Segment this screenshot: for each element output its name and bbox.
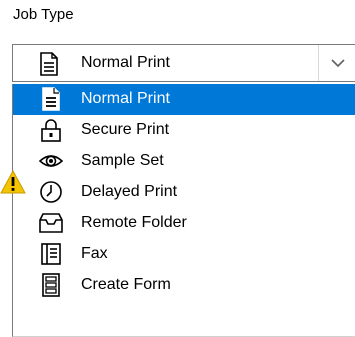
option-label: Delayed Print <box>81 183 178 200</box>
option-sample-set[interactable]: Sample Set <box>13 146 355 177</box>
selected-value: Normal Print <box>81 54 170 71</box>
dropdown-button[interactable] <box>318 45 355 81</box>
document-icon <box>40 52 58 76</box>
warning-icon <box>0 170 26 194</box>
option-label: Fax <box>81 245 108 262</box>
option-label: Normal Print <box>81 90 170 107</box>
option-label: Sample Set <box>81 152 164 169</box>
document-icon <box>42 87 60 111</box>
option-remote-folder[interactable]: Remote Folder <box>13 208 355 239</box>
lock-icon <box>41 119 61 142</box>
option-label: Remote Folder <box>81 214 187 231</box>
option-secure-print[interactable]: Secure Print <box>13 115 355 146</box>
chevron-down-icon <box>331 59 345 68</box>
option-label: Create Form <box>81 276 171 293</box>
option-delayed-print[interactable]: Delayed Print <box>13 177 355 208</box>
job-type-options-list: Normal Print Secure Print Sample Set Del… <box>12 84 355 337</box>
clock-icon <box>40 181 62 203</box>
form-icon <box>42 273 60 297</box>
folder-tray-icon <box>39 213 63 233</box>
job-type-dropdown[interactable]: Normal Print <box>12 44 355 82</box>
option-normal-print[interactable]: Normal Print <box>13 84 355 115</box>
option-label: Secure Print <box>81 121 170 138</box>
fax-icon <box>41 243 61 265</box>
job-type-label: Job Type <box>13 6 74 23</box>
option-fax[interactable]: Fax <box>13 239 355 270</box>
option-create-form[interactable]: Create Form <box>13 270 355 301</box>
eye-icon <box>39 155 63 167</box>
